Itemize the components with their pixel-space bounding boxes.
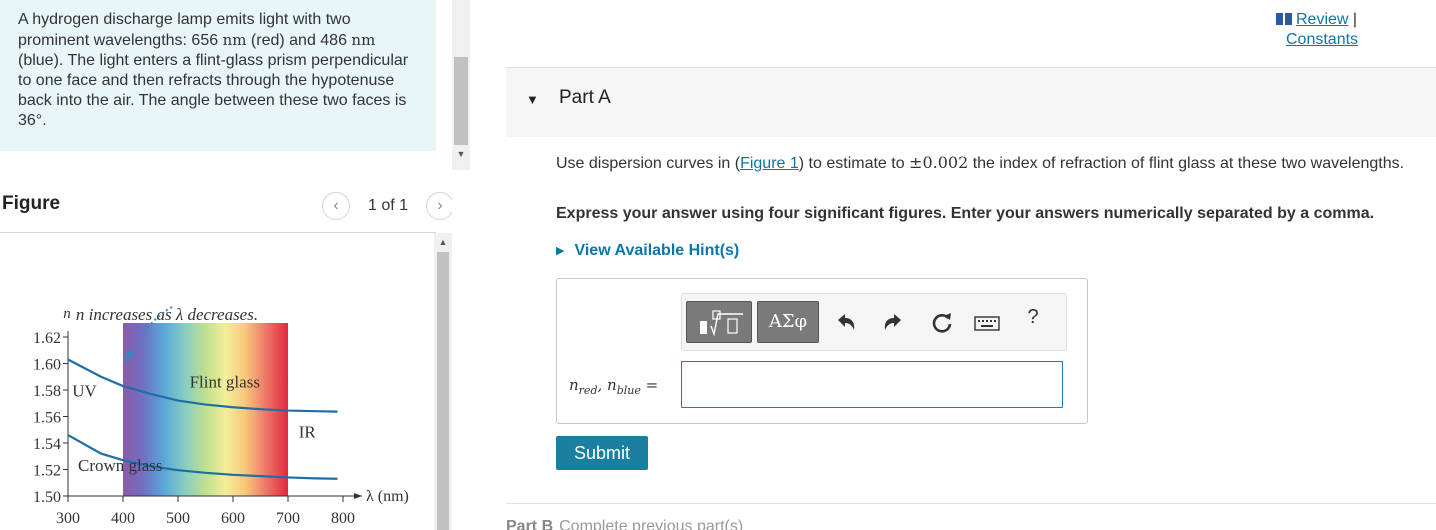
templates-button[interactable] bbox=[686, 301, 752, 343]
link-separator: | bbox=[1352, 11, 1358, 28]
review-link[interactable]: Review bbox=[1296, 11, 1348, 28]
x-tick-label: 500 bbox=[166, 510, 190, 527]
part-b-divider bbox=[506, 503, 1436, 504]
problem-statement: A hydrogen discharge lamp emits light wi… bbox=[18, 11, 409, 129]
chart-annotation: Flint glass bbox=[190, 372, 260, 391]
figure-header: Figure ‹ 1 of 1 › bbox=[2, 192, 452, 220]
question-text: Use dispersion curves in (Figure 1) to e… bbox=[556, 153, 1405, 172]
part-b-title: Part B bbox=[506, 518, 554, 530]
y-axis-label: n bbox=[63, 306, 71, 322]
chart-annotation: Crown glass bbox=[78, 456, 163, 475]
symbols-button[interactable]: ΑΣφ bbox=[757, 301, 819, 343]
scroll-down-arrow-icon[interactable]: ▼ bbox=[454, 148, 468, 160]
part-b-status: Complete previous part(s) bbox=[559, 518, 744, 530]
x-tick-label: 300 bbox=[56, 510, 80, 527]
problem-statement-box: A hydrogen discharge lamp emits light wi… bbox=[0, 0, 436, 151]
keyboard-icon[interactable] bbox=[972, 308, 1002, 338]
x-tick-label: 600 bbox=[221, 510, 245, 527]
math-toolbar: ΑΣφ ? bbox=[681, 293, 1067, 351]
chart-annotation: IR bbox=[299, 423, 317, 442]
previous-figure-button[interactable]: ‹ bbox=[322, 192, 350, 220]
next-figure-button[interactable]: › bbox=[426, 192, 452, 220]
y-tick-label: 1.52 bbox=[33, 463, 61, 480]
answer-label: nred, nblue = bbox=[569, 376, 659, 397]
collapse-caret-icon[interactable]: ▼ bbox=[526, 92, 539, 107]
tolerance-value: ±0.002 bbox=[909, 153, 969, 172]
figure-title: Figure bbox=[2, 193, 61, 214]
answer-input[interactable] bbox=[681, 361, 1063, 408]
figure-1-link[interactable]: Figure 1 bbox=[740, 155, 799, 172]
y-tick-label: 1.62 bbox=[33, 330, 61, 347]
y-tick-label: 1.60 bbox=[33, 357, 61, 374]
chart-annotation: n increases as λ decreases. bbox=[76, 305, 258, 324]
book-icon bbox=[1276, 13, 1292, 25]
x-tick-label: 800 bbox=[331, 510, 355, 527]
undo-icon[interactable] bbox=[830, 308, 860, 338]
dispersion-chart: 1.50 1.52 1.54 1.56 1.58 1.60 1.62 300 400 500 600… bbox=[33, 305, 409, 527]
figure-page-count: 1 of 1 bbox=[368, 197, 409, 214]
x-axis-arrow-icon bbox=[354, 493, 362, 499]
y-tick-label: 1.54 bbox=[33, 436, 61, 453]
x-axis-label: λ (nm) bbox=[366, 488, 409, 505]
x-tick-label: 400 bbox=[111, 510, 135, 527]
y-tick-label: 1.50 bbox=[33, 489, 61, 506]
scroll-up-arrow-icon[interactable]: ▲ bbox=[437, 236, 449, 248]
submit-button[interactable]: Submit bbox=[556, 436, 648, 470]
figure-viewport: 1.50 1.52 1.54 1.56 1.58 1.60 1.62 300 400 500 600… bbox=[0, 233, 436, 530]
answer-instruction: Express your answer using four significa… bbox=[556, 205, 1375, 222]
answer-box: ΑΣφ ? nred, nblue = bbox=[556, 278, 1088, 424]
expand-caret-icon: ▶ bbox=[556, 245, 565, 257]
problem-scrollbar-thumb[interactable] bbox=[454, 57, 468, 145]
radical-template-icon bbox=[700, 310, 743, 337]
chart-annotation: UV bbox=[72, 382, 97, 401]
constants-link[interactable]: Constants bbox=[1286, 30, 1426, 50]
part-a-title: Part A bbox=[559, 87, 611, 108]
reset-icon[interactable] bbox=[927, 308, 957, 338]
x-tick-label: 700 bbox=[276, 510, 300, 527]
y-tick-label: 1.56 bbox=[33, 410, 61, 427]
redo-icon[interactable] bbox=[879, 308, 909, 338]
part-b-header[interactable]: Part B Complete previous part(s) bbox=[506, 518, 743, 530]
part-a-header[interactable]: ▼ Part A bbox=[506, 67, 1436, 137]
view-hints-toggle[interactable]: ▶ View Available Hint(s) bbox=[556, 242, 739, 260]
problem-pane: A hydrogen discharge lamp emits light wi… bbox=[0, 0, 452, 530]
figure-scrollbar-thumb[interactable] bbox=[437, 252, 449, 530]
hint-label: View Available Hint(s) bbox=[574, 242, 740, 259]
review-constants-links: Review | Constants bbox=[1276, 10, 1426, 50]
help-button[interactable]: ? bbox=[1022, 306, 1044, 336]
y-tick-label: 1.58 bbox=[33, 383, 61, 400]
